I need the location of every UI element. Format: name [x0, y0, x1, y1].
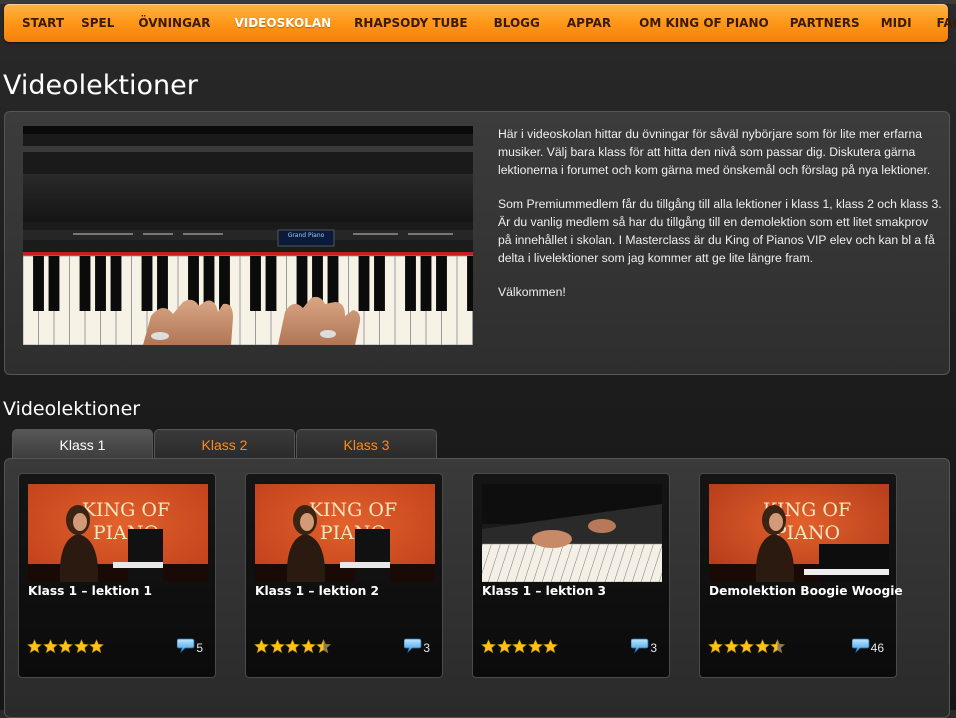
intro-video-image[interactable]: Grand Piano — [23, 126, 473, 345]
lesson-thumbnail[interactable]: KING OF PIANO — [709, 484, 889, 582]
lesson-card[interactable]: Klass 1 – lektion 3 3 — [472, 473, 670, 678]
comment-count-value: 5 — [196, 641, 203, 655]
intro-paragraph-3: Välkommen! — [498, 285, 566, 299]
comment-bubble-icon — [403, 638, 422, 654]
lesson-card[interactable]: KING OF PIANO Klass 1 – lektion 2 3 — [245, 473, 443, 678]
lessons-panel: KING OF PIANO Klass 1 – lektion 1 5 KING OF P… — [4, 458, 950, 718]
star-icon — [542, 639, 559, 654]
comment-count[interactable]: 5 — [176, 638, 203, 655]
star-icon — [315, 639, 332, 654]
star-icon — [480, 639, 497, 654]
nav-om-king-of-piano[interactable]: OM KING OF PIANO — [639, 16, 769, 30]
lesson-thumbnail[interactable] — [482, 484, 662, 582]
nav-blogg[interactable]: BLOGG — [494, 16, 540, 30]
main-nav: START SPEL ÖVNINGAR VIDEOSKOLAN RHAPSODY… — [4, 4, 956, 42]
lesson-title[interactable]: Demolektion Boogie Woogie — [709, 584, 903, 598]
thumbnail-logo-text: KING OF — [82, 499, 170, 521]
star-icon — [253, 639, 270, 654]
lesson-thumbnail[interactable]: KING OF PIANO — [255, 484, 435, 582]
star-icon — [300, 639, 316, 654]
nav-start[interactable]: START — [22, 16, 64, 30]
lesson-card[interactable]: KING OF PIANO Klass 1 – lektion 1 5 — [18, 473, 216, 678]
star-icon — [57, 639, 74, 654]
nav-midi[interactable]: MIDI — [881, 16, 912, 30]
comment-count[interactable]: 3 — [630, 638, 657, 655]
star-icon — [269, 639, 285, 654]
nav-spel[interactable]: SPEL — [81, 16, 114, 30]
star-icon — [527, 639, 543, 654]
nav-ovningar[interactable]: ÖVNINGAR — [138, 16, 210, 30]
star-icon — [769, 639, 786, 654]
nav-appar[interactable]: APPAR — [567, 16, 611, 30]
star-icon — [511, 639, 528, 654]
nav-faq[interactable]: FAQ — [937, 16, 956, 30]
intro-paragraph-2: Som Premiummedlem får du tillgång till a… — [498, 197, 942, 265]
rating-stars — [480, 639, 559, 655]
comment-count-value: 46 — [870, 641, 884, 655]
comment-bubble-icon — [176, 638, 195, 654]
star-icon — [88, 639, 105, 654]
lesson-card[interactable]: KING OF PIANO Demolektion Boogie Woogie 46 — [699, 473, 903, 678]
video-display-text: Grand Piano — [288, 232, 325, 239]
star-icon — [496, 639, 512, 654]
section-title: Videolektioner — [3, 398, 141, 420]
star-icon — [73, 639, 89, 654]
tab-klass-2[interactable]: Klass 2 — [154, 429, 295, 459]
intro-paragraph-1: Här i videoskolan hittar du övningar för… — [498, 127, 931, 177]
star-icon — [42, 639, 58, 654]
intro-panel: Grand Piano Här i videoskolan hittar du … — [4, 111, 950, 375]
comment-count[interactable]: 46 — [851, 638, 884, 655]
rating-stars — [26, 639, 105, 655]
lesson-thumbnail[interactable]: KING OF PIANO — [28, 484, 208, 582]
nav-videoskolan[interactable]: VIDEOSKOLAN — [234, 16, 331, 30]
star-icon — [738, 639, 755, 654]
lesson-title[interactable]: Klass 1 – lektion 2 — [255, 584, 379, 598]
comment-count-value: 3 — [423, 641, 430, 655]
comment-count[interactable]: 3 — [403, 638, 430, 655]
lesson-title[interactable]: Klass 1 – lektion 3 — [482, 584, 606, 598]
star-icon — [707, 639, 724, 654]
comment-count-value: 3 — [650, 641, 657, 655]
star-icon — [723, 639, 739, 654]
comment-bubble-icon — [630, 638, 649, 654]
intro-text: Här i videoskolan hittar du övningar för… — [498, 125, 943, 317]
page-title: Videolektioner — [3, 70, 198, 101]
tab-klass-1[interactable]: Klass 1 — [12, 429, 153, 460]
nav-rhapsody-tube[interactable]: RHAPSODY TUBE — [354, 16, 467, 30]
tab-klass-3[interactable]: Klass 3 — [296, 429, 437, 459]
thumbnail-logo-text: KING OF — [309, 499, 397, 521]
comment-bubble-icon — [851, 638, 870, 654]
rating-stars — [253, 639, 332, 655]
star-icon — [754, 639, 770, 654]
nav-partners[interactable]: PARTNERS — [790, 16, 860, 30]
rating-stars — [707, 639, 786, 655]
star-icon — [26, 639, 43, 654]
lesson-title[interactable]: Klass 1 – lektion 1 — [28, 584, 152, 598]
star-icon — [284, 639, 301, 654]
